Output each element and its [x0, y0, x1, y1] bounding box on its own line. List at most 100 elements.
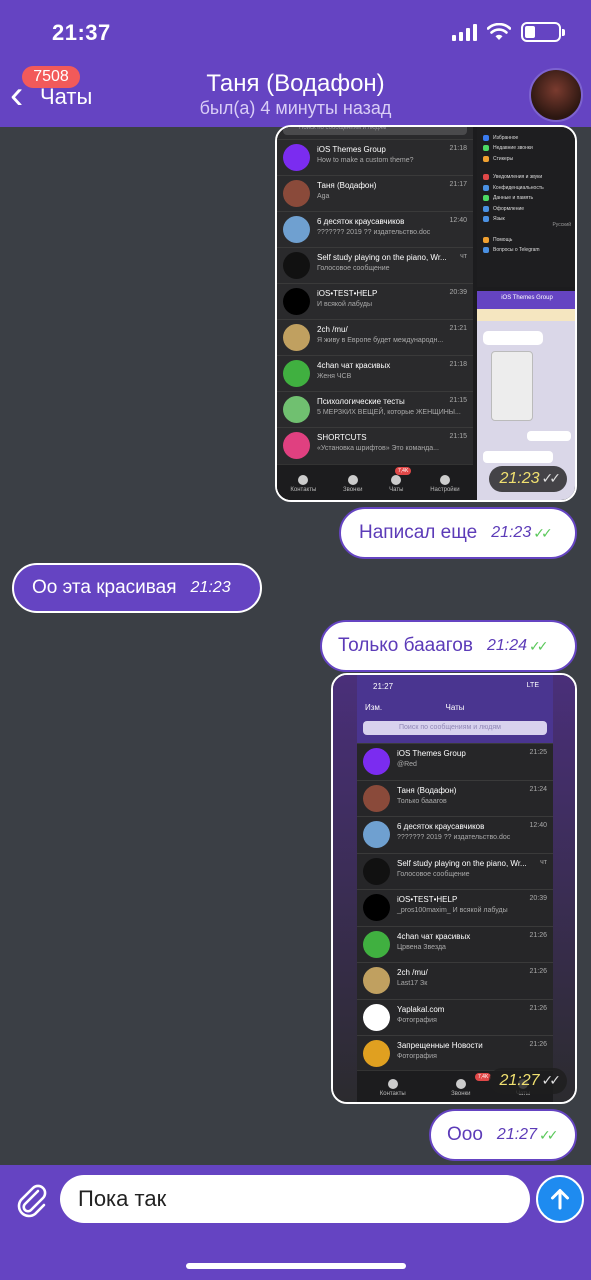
message-text: Написал еще: [359, 522, 478, 543]
screenshot-chat-name: 2ch /mu/: [397, 968, 428, 977]
screenshot-chat-rows: iOS Themes Group How to make a custom the…: [277, 139, 473, 469]
screenshot-chat-row: Таня (Водафон) Aga 21:17: [277, 175, 473, 211]
message-list[interactable]: Поиск по сообщениям и людям iOS Themes G…: [0, 125, 591, 1165]
screenshot-chat-row: 2ch /mu/Я живу в Европе будет международ…: [277, 319, 473, 355]
screenshot-settings-icon: [483, 184, 489, 191]
screenshot-tab-icon: [391, 474, 402, 485]
screenshot-tab: Звонки: [451, 1078, 471, 1097]
screenshot-settings-icon: [483, 134, 489, 141]
screenshot-chat-preview: Голосовое сообщение: [397, 870, 470, 878]
image-message[interactable]: Поиск по сообщениям и людям iOS Themes G…: [275, 125, 577, 502]
screenshot-tab-icon: [347, 474, 358, 485]
screenshot-chat-avatar: [363, 784, 390, 812]
screenshot-chat-row: iOS Themes Group How to make a custom the…: [277, 139, 473, 175]
screenshot-chat-name: 6 десяток краусавчиков: [397, 822, 485, 831]
screenshot-settings-icon: [483, 236, 489, 243]
status-time: 21:37: [52, 20, 111, 45]
screenshot-chat-preview: И всякой лабуды: [317, 301, 373, 308]
screenshot-chat-preview: Last17 Зк: [397, 980, 428, 987]
screenshot-settings-row: Вопросы о Telegram: [483, 246, 540, 255]
screenshot-network: LTE: [526, 682, 539, 689]
screenshot-chat-avatar: [283, 360, 310, 387]
read-checks-icon: ✓✓: [541, 1072, 562, 1088]
screenshot-chat-time: 21:24: [529, 785, 547, 793]
screenshot-chat-avatar: [283, 432, 310, 459]
home-indicator[interactable]: [186, 1263, 406, 1269]
screenshot-chat-time: 12:40: [529, 822, 547, 829]
screenshot-tab-badge: 7,4K: [395, 467, 412, 475]
screenshot-chat-time: чт: [460, 253, 467, 260]
screenshot-chat-time: чт: [540, 858, 547, 866]
screenshot-settings-row: Помощь: [483, 235, 512, 244]
screenshot-chat-avatar: [363, 748, 390, 775]
chat-header: 21:37 7508 ‹ Чаты Таня (Водафон) был(а) …: [0, 0, 591, 127]
screenshot-settings-row: Уведомления и звуки: [483, 173, 542, 182]
screenshot-chat-row: 4chan чат красивых Црвена Звезда 21:26: [357, 925, 553, 963]
screenshot-chat-avatar: [283, 252, 310, 279]
screenshot-chat-preview: How to make a custom theme?: [317, 157, 414, 164]
screenshot-chat-avatar: [363, 821, 390, 848]
screenshot-chat-list: Поиск по сообщениям и людям iOS Themes G…: [277, 127, 473, 500]
screenshot-chat-time: 21:26: [529, 931, 547, 939]
screenshot-settings-row: Данные и память: [483, 194, 533, 203]
screenshot-chat-name: iOS•TEST•HELP: [397, 895, 458, 904]
outgoing-message[interactable]: Написал еще 21:23 ✓✓: [339, 507, 577, 559]
screenshot-chat-avatar: [363, 1003, 390, 1031]
screenshot-settings-icon: [483, 155, 489, 162]
screenshot-tab-icon: [387, 1078, 398, 1089]
screenshot-settings-row: Стикеры: [483, 154, 513, 163]
message-time: 21:23: [491, 524, 532, 541]
screenshot-chat-preview: Я живу в Европе будет международн...: [317, 337, 444, 344]
screenshot-chat-name: Таня (Водафон): [397, 785, 457, 795]
screenshot-chat-name: 4chan чат красивых: [317, 361, 391, 370]
screenshot-chat-name: SHORTCUTS: [317, 433, 367, 442]
screenshot-chat-name: 6 десяток краусавчиков: [317, 217, 405, 226]
message-text: Оо эта красивая: [32, 577, 177, 598]
attach-paperclip-icon[interactable]: [14, 1183, 50, 1219]
send-button[interactable]: [536, 1175, 584, 1223]
screenshot-chat-preview: @Red: [397, 761, 417, 768]
screenshot-tab-icon: [298, 474, 309, 485]
screenshot-chat-avatar: [363, 857, 390, 885]
screenshot-chat-preview: ??????? 2019 ?? издательство.doc: [397, 834, 511, 841]
outgoing-message[interactable]: Только бааагов 21:24 ✓✓: [320, 620, 577, 672]
screenshot-chat-row: Yaplakal.com Фотография 21:26: [357, 998, 553, 1036]
message-time: 21:23 ✓✓: [489, 466, 567, 492]
message-text: Ооо: [447, 1124, 483, 1145]
screenshot-chat-avatar: [283, 144, 310, 171]
image-message[interactable]: 21:27 LTE Изм. Чаты Поиск по сообщениям …: [331, 673, 577, 1104]
message-text: Только бааагов: [338, 635, 473, 656]
screenshot-chat-avatar: [283, 288, 310, 315]
screenshot-chat-name: Self study playing on the piano, Wr...: [397, 858, 527, 868]
screenshot-chat-time: 21:18: [449, 145, 467, 152]
read-checks-icon: ✓✓: [529, 637, 549, 654]
screenshot-chat-time: 12:40: [449, 217, 467, 224]
screenshot-chat-time: 21:15: [449, 397, 467, 404]
screenshot-tab: Настройки: [430, 474, 460, 493]
message-input[interactable]: Пока так: [60, 1175, 530, 1223]
screenshot-chat-time: 21:26: [529, 1041, 547, 1048]
incoming-message[interactable]: Оо эта красивая 21:23: [12, 563, 262, 613]
outgoing-message[interactable]: Ооо 21:27 ✓✓: [429, 1109, 577, 1161]
screenshot-chat-name: iOS Themes Group: [317, 145, 386, 154]
screenshot-chat-avatar: [283, 216, 310, 243]
screenshot-chat-time: 21:25: [529, 749, 547, 756]
contact-avatar[interactable]: [529, 68, 583, 122]
screenshot-chat-time: 20:39: [529, 895, 547, 902]
screenshot-tab: Контакты: [290, 474, 316, 493]
screenshot-chat-row: 4chan чат красивых Женя ЧСВ 21:18: [277, 355, 473, 391]
screenshot-settings-row: Недавние звонки: [483, 144, 533, 153]
screenshot-settings-row: Оформление: [483, 204, 524, 213]
screenshot-search-bar: Поиск по сообщениям и людям: [363, 721, 547, 735]
screenshot-chat-row: iOS•TEST•HELP _pros100maxim_ И всякой лаб…: [357, 889, 553, 926]
screenshot-chat-row: 2ch /mu/Last17 Зк 21:26: [357, 962, 553, 999]
screenshot-tab-icon: [439, 474, 450, 485]
screenshot-chat-name: Запрещенные Новости: [397, 1041, 483, 1050]
screenshot-chat-time: 21:26: [529, 1004, 547, 1012]
screenshot-chat-preview: Фотография: [397, 1053, 437, 1060]
screenshot-settings-icon: [483, 205, 489, 212]
contact-name[interactable]: Таня (Водафон): [0, 70, 591, 98]
screenshot-chat-name: 4chan чат красивых: [397, 931, 471, 941]
screenshot-tabbar: Контакты Звонки Чаты Настройки 7,4K: [277, 464, 473, 500]
screenshot-chat-name: iOS Themes Group: [397, 749, 466, 758]
